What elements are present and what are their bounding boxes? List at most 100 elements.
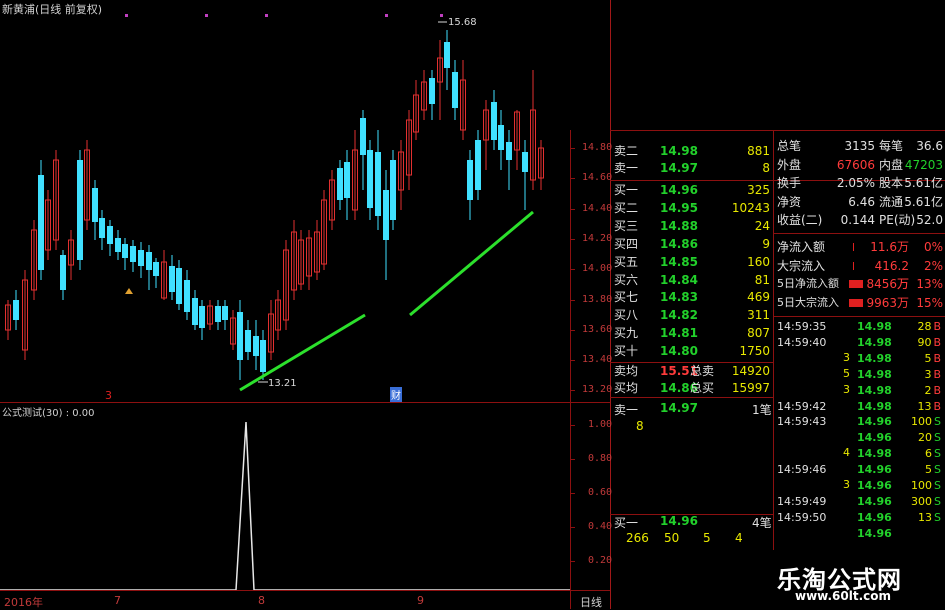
tick-price: 14.96	[857, 526, 892, 540]
indicator-chart[interactable]	[0, 0, 610, 609]
tick-mark	[571, 178, 575, 180]
buy-one-detail: 5	[703, 531, 711, 545]
buy-one-label: 买一	[614, 516, 639, 530]
order-volume: 24	[754, 218, 770, 233]
tick-time: 14:59:46	[777, 463, 827, 477]
tick-mark	[571, 148, 575, 149]
tick-row: 14.96	[775, 526, 945, 542]
summary-volume: 15997	[731, 381, 770, 395]
tick-volume	[939, 526, 941, 542]
tick-mark	[571, 208, 575, 210]
tick-vol: 13	[917, 399, 932, 413]
tick-volume: 300 S	[911, 494, 941, 510]
flow-bar	[849, 280, 863, 288]
tick-side: B	[933, 367, 941, 381]
order-row: 买十 14.80 1750	[612, 343, 772, 360]
tick-time: 14:59:35	[777, 320, 827, 333]
tick-row: 14.98 5 B	[775, 351, 945, 367]
sell-one-detail: 8	[636, 419, 644, 433]
finance-marker[interactable]: 财	[390, 387, 402, 402]
divider	[610, 130, 945, 131]
panel-divider	[773, 130, 774, 550]
divider	[773, 316, 945, 317]
tick-price: 14.96	[857, 479, 892, 492]
order-label: 卖二	[614, 144, 639, 158]
divider	[773, 233, 945, 234]
tick-side: B	[933, 399, 941, 413]
stat-row: 总笔 3135 每笔 36.6	[775, 137, 945, 155]
flow-percent: 15%	[916, 295, 943, 310]
price-tick: 14.20	[582, 232, 613, 244]
axis-line	[570, 130, 571, 609]
tick-row: 14.98 2 B	[775, 383, 945, 399]
tick-row: 14:59:42 14.98 13 B	[775, 399, 945, 415]
tick-price: 14.98	[857, 447, 892, 461]
tick-volume: 20 S	[918, 430, 941, 446]
order-price: 14.84	[660, 272, 698, 287]
high-price-label: 15.68	[448, 17, 477, 28]
order-row: 买四 14.86 9	[612, 236, 772, 253]
sell-one-price: 14.97	[660, 401, 698, 415]
order-price: 14.83	[660, 290, 698, 305]
order-row: 买七 14.83 469	[612, 289, 772, 306]
tick-side: B	[933, 320, 941, 333]
stat-key: 内盘	[879, 157, 904, 172]
tick-price: 14.98	[857, 383, 892, 397]
period-label[interactable]: 日线	[580, 594, 602, 610]
tick-price: 14.98	[857, 351, 892, 365]
tick-row: 14.98 3 B	[775, 367, 945, 383]
tick-price: 14.98	[857, 320, 892, 333]
divider	[610, 397, 773, 398]
summary-label: 买均	[614, 381, 639, 395]
order-label: 买八	[614, 308, 639, 323]
price-tick: 13.60	[582, 323, 613, 335]
indicator-tick: 0.60	[588, 487, 613, 498]
tick-volume: 3B	[924, 367, 941, 383]
panel-divider	[610, 0, 611, 609]
tick-row: 14:59:35 14.98 28 B	[775, 319, 945, 335]
order-price: 14.98	[660, 144, 698, 158]
flow-bar	[853, 243, 854, 251]
flow-label: 大宗流入	[777, 258, 826, 273]
tick-row: 14:59:49 14.96 300 S	[775, 494, 945, 510]
order-volume: 81	[754, 272, 770, 287]
tick-row: 14:59:43 14.96 100 S	[775, 414, 945, 430]
tick-volume: 5B	[924, 351, 941, 367]
order-volume: 469	[747, 290, 770, 305]
tick-mark	[571, 238, 575, 240]
event-marker[interactable]: 3	[105, 389, 112, 402]
tick-time: 14:59:43	[777, 415, 827, 429]
stat-key: PE(动)	[879, 213, 916, 227]
tick-mark	[571, 329, 575, 331]
stat-value: 47203	[904, 157, 943, 172]
flow-label: 净流入额	[777, 240, 826, 254]
tick-row: 14:59:46 14.96 5 S	[775, 462, 945, 478]
order-volume: 10243	[731, 200, 770, 215]
tick-mark	[571, 527, 575, 528]
stat-key: 每笔	[879, 139, 904, 153]
tick-mark	[571, 425, 575, 426]
tick-vol: 5	[925, 463, 933, 477]
summary-row: 卖均 15.51 总卖 14920	[612, 363, 772, 380]
flow-value: 11.6万	[870, 240, 909, 254]
buy-one-price: 14.96	[660, 514, 698, 528]
summary-label2: 总买	[690, 381, 715, 395]
sell-one-label: 卖一	[614, 403, 639, 417]
tick-row: 14.98 6 S	[775, 446, 945, 462]
tick-price: 14.98	[857, 399, 892, 413]
stat-key: 外盘	[777, 157, 802, 172]
indicator-tick: 1.00	[588, 419, 613, 430]
tick-side: B	[933, 351, 941, 365]
fund-flow-row: 5日净流入额 8456万 13%	[775, 275, 945, 293]
price-tick: 14.40	[582, 202, 613, 214]
stat-row: 换手 2.05% 股本 5.61亿	[775, 174, 945, 192]
buy-one-lots: 4笔	[752, 516, 772, 530]
indicator-title: 公式测试(30) : 0.00	[2, 408, 95, 419]
tick-row: 14.96 100 S	[775, 478, 945, 494]
tick-side: S	[934, 463, 941, 477]
tick-volume: 13 S	[918, 510, 941, 526]
price-tick: 14.00	[582, 263, 613, 275]
indicator-tick: 0.20	[588, 555, 613, 566]
flow-value: 9963万	[866, 295, 909, 310]
flow-percent: 2%	[923, 258, 943, 273]
